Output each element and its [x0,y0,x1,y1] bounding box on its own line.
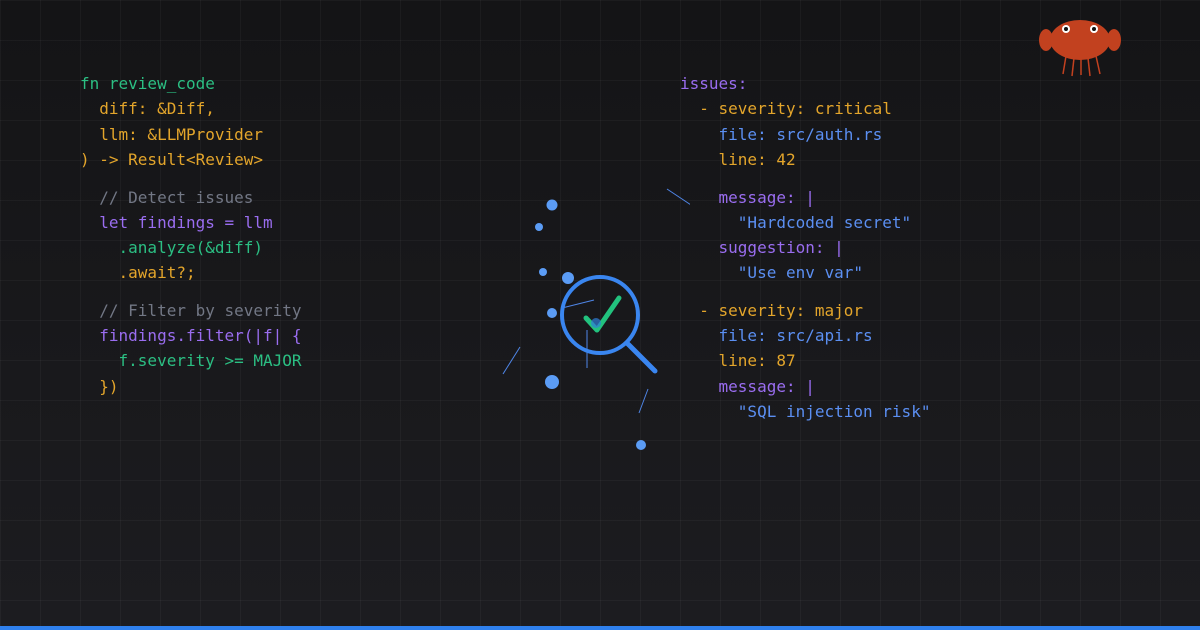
crab-mascot-icon [1039,20,1121,77]
hero-canvas: fn review_code diff: &Diff, llm: &LLMPro… [0,0,1200,630]
magnifier-check-icon [502,188,690,450]
yaml-line: suggestion: | [680,238,844,257]
code-line: .await?; [80,263,196,282]
code-line: fn review_code [80,74,215,93]
node-dot [546,199,558,211]
yaml-line: "SQL injection risk" [680,402,931,421]
code-line: diff: &Diff, [80,99,215,118]
node-dot [547,308,557,318]
code-line: findings.filter(|f| { [80,326,302,345]
connector-line [638,388,649,414]
connector-line [502,346,521,375]
yaml-line: message: | [680,377,815,396]
yaml-line: "Hardcoded secret" [680,213,912,232]
node-dot [562,272,574,284]
magnifier-handle [624,340,658,374]
yaml-line: line: 42 [680,150,796,169]
crab-pupil [1092,27,1096,31]
code-line: let findings = llm [80,213,273,232]
yaml-line: line: 87 [680,351,796,370]
check-dot [591,318,601,328]
yaml-line: issues: [680,74,748,93]
yaml-line: - severity: major [680,301,864,320]
yaml-line: "Use env var" [680,263,864,282]
connector-line [561,299,595,309]
accent-bar [0,626,1200,630]
code-line: ) -> Result<Review> [80,150,264,169]
code-line: }) [80,377,119,396]
yaml-line: message: | [680,188,815,207]
yaml-line: file: src/api.rs [680,326,873,345]
code-line: .analyze(&diff) [80,238,264,257]
crab-pupil [1064,27,1068,31]
yaml-line: - severity: critical [680,99,892,118]
code-comment: // Filter by severity [80,301,302,320]
node-dot [636,440,646,450]
code-line: f.severity >= MAJOR [80,351,302,370]
yaml-line: file: src/auth.rs [680,125,883,144]
check-icon [583,295,622,333]
magnifier-glass [560,275,658,374]
code-line: llm: &LLMProvider [80,125,264,144]
code-comment: // Detect issues [80,188,254,207]
crab-body [1050,20,1110,60]
node-dot [545,375,559,389]
connector-line [666,188,690,205]
connection-lines [502,188,690,414]
node-dot [535,223,543,231]
node-dot [539,268,547,276]
